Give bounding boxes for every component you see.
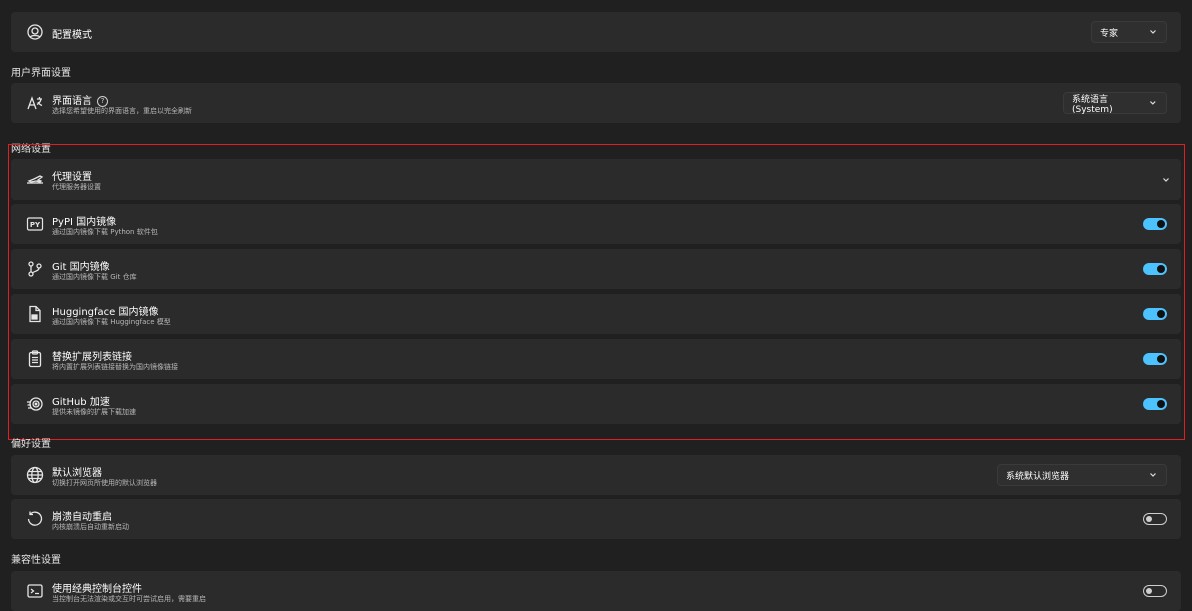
default-browser-card: 默认浏览器 切换打开网页所使用的默认浏览器 系统默认浏览器 (11, 455, 1181, 495)
auto-restart-desc: 内核崩溃后自动重新启动 (52, 523, 129, 531)
language-value: 系统语言 (System) (1072, 94, 1113, 115)
compat-section-header: 兼容性设置 (11, 555, 61, 566)
classic-console-card: 使用经典控制台控件 当控制台无法渲染或交互时可尝试启用，需要重启 (11, 571, 1181, 611)
restart-icon (26, 510, 44, 528)
svg-text:PY: PY (30, 221, 41, 229)
extension-list-title: 替换扩展列表链接 (52, 352, 132, 363)
huggingface-title: Huggingface 国内镜像 (52, 307, 159, 318)
git-toggle[interactable] (1143, 263, 1167, 275)
pypi-mirror-card: PY PyPI 国内镜像 通过国内镜像下载 Python 软件包 (11, 204, 1181, 244)
pypi-desc: 通过国内镜像下载 Python 软件包 (52, 228, 158, 236)
github-accel-title: GitHub 加速 (52, 397, 110, 408)
console-icon (26, 582, 44, 600)
auto-restart-title: 崩溃自动重启 (52, 512, 112, 523)
github-accel-toggle[interactable] (1143, 398, 1167, 410)
browser-value: 系统默认浏览器 (1006, 471, 1070, 482)
huggingface-toggle[interactable] (1143, 308, 1167, 320)
extension-list-toggle[interactable] (1143, 353, 1167, 365)
clipboard-list-icon (26, 350, 44, 368)
language-icon (26, 94, 44, 112)
config-mode-dropdown[interactable]: 专家 (1091, 21, 1167, 43)
pypi-title: PyPI 国内镜像 (52, 217, 117, 228)
extension-list-desc: 将内置扩展列表链接替换为国内镜像链接 (52, 363, 178, 371)
speed-icon (26, 395, 44, 413)
config-mode-value: 专家 (1100, 28, 1119, 39)
github-accel-card: GitHub 加速 提供未镜像的扩展下载加速 (11, 384, 1181, 424)
airplane-icon (26, 171, 44, 189)
chevron-down-icon (1150, 101, 1157, 105)
github-accel-desc: 提供未镜像的扩展下载加速 (52, 408, 136, 416)
proxy-title: 代理设置 (52, 172, 92, 183)
config-mode-icon (26, 23, 44, 41)
classic-console-desc: 当控制台无法渲染或交互时可尝试启用，需要重启 (52, 595, 206, 603)
auto-restart-card: 崩溃自动重启 内核崩溃后自动重新启动 (11, 499, 1181, 539)
language-desc: 选择您希望使用的界面语言，重启以完全刷新 (52, 107, 192, 115)
config-mode-card: 配置模式 专家 (11, 12, 1181, 52)
browser-dropdown[interactable]: 系统默认浏览器 (997, 464, 1167, 486)
globe-icon (26, 466, 44, 484)
huggingface-desc: 通过国内镜像下载 Huggingface 模型 (52, 318, 171, 326)
language-dropdown[interactable]: 系统语言 (System) (1063, 92, 1167, 115)
browser-title: 默认浏览器 (52, 468, 102, 479)
pypi-icon: PY (26, 215, 44, 233)
classic-console-title: 使用经典控制台控件 (52, 584, 142, 595)
classic-console-toggle[interactable] (1143, 585, 1167, 597)
git-desc: 通过国内镜像下载 Git 仓库 (52, 273, 137, 281)
browser-desc: 切换打开网页所使用的默认浏览器 (52, 479, 157, 487)
preference-section-header: 偏好设置 (11, 439, 51, 450)
network-section-header: 网络设置 (11, 144, 51, 155)
language-card: 界面语言? 选择您希望使用的界面语言，重启以完全刷新 系统语言 (System) (11, 83, 1181, 123)
huggingface-mirror-card: Huggingface 国内镜像 通过国内镜像下载 Huggingface 模型 (11, 294, 1181, 334)
chevron-down-icon (1150, 473, 1156, 477)
chevron-down-icon (1150, 30, 1156, 34)
proxy-desc: 代理服务器设置 (52, 183, 101, 191)
chevron-down-icon[interactable] (1161, 175, 1171, 185)
git-title: Git 国内镜像 (52, 262, 110, 273)
git-branch-icon (26, 260, 44, 278)
extension-list-card: 替换扩展列表链接 将内置扩展列表链接替换为国内镜像链接 (11, 339, 1181, 379)
language-title: 界面语言? (52, 92, 108, 107)
help-icon[interactable]: ? (97, 95, 108, 107)
model-file-icon (26, 305, 44, 323)
auto-restart-toggle[interactable] (1143, 513, 1167, 525)
git-mirror-card: Git 国内镜像 通过国内镜像下载 Git 仓库 (11, 249, 1181, 289)
proxy-settings-card[interactable]: 代理设置 代理服务器设置 (11, 159, 1181, 200)
pypi-toggle[interactable] (1143, 218, 1167, 230)
ui-section-header: 用户界面设置 (11, 68, 71, 79)
config-mode-label: 配置模式 (52, 30, 92, 41)
